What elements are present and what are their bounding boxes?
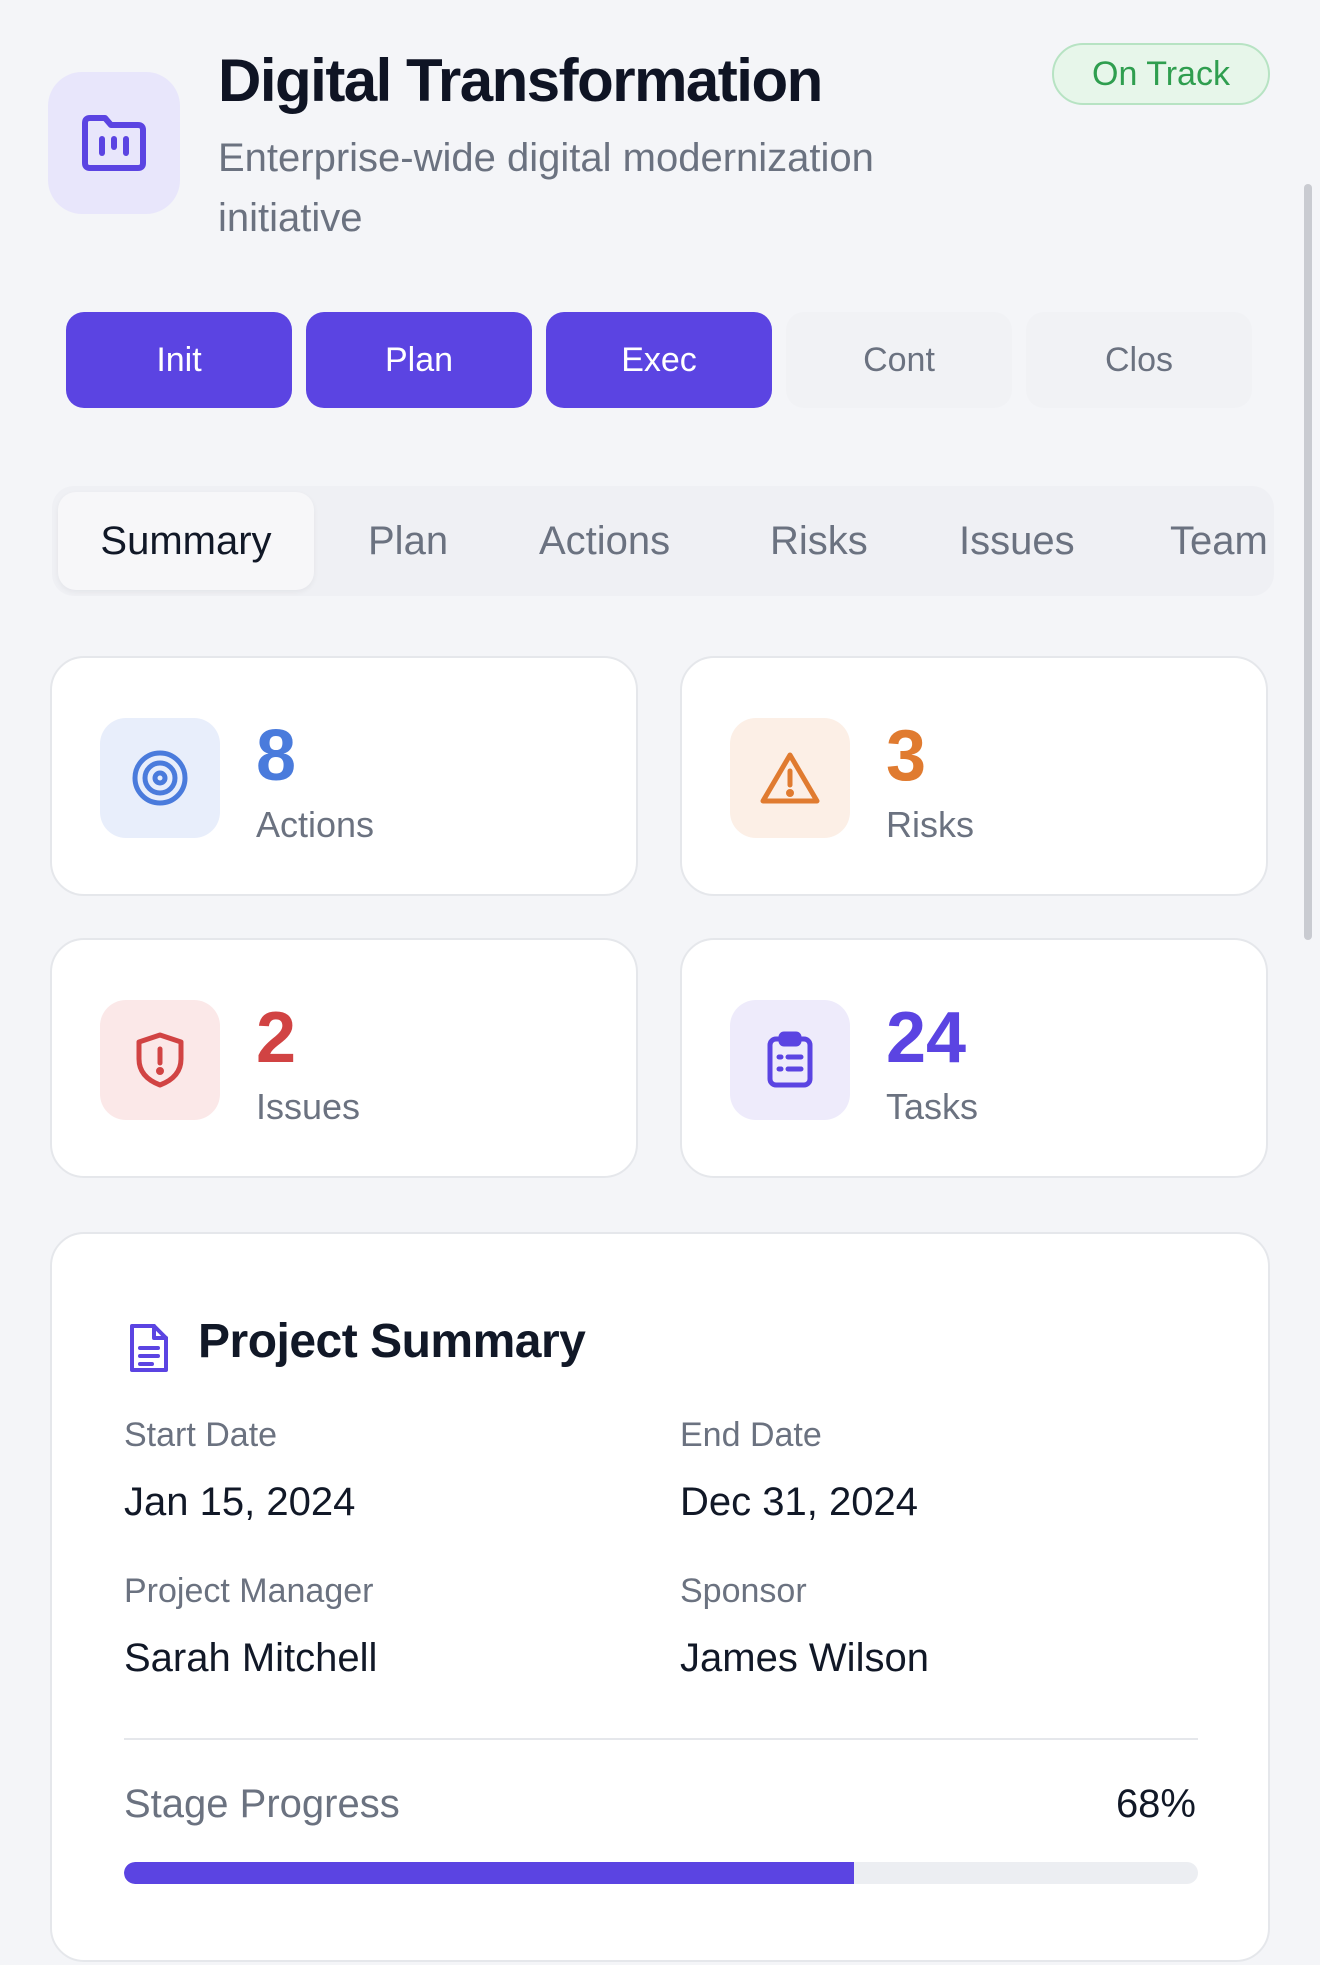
start-date-value: Jan 15, 2024 [124,1480,356,1524]
tab-plan[interactable]: Plan [368,492,448,590]
clipboard-list-icon [730,1000,850,1120]
actions-label: Actions [256,804,375,845]
status-badge: On Track [1052,43,1270,105]
warning-triangle-icon [730,718,850,838]
stage-clos-button[interactable]: Clos [1026,312,1252,408]
stage-progress-label: Stage Progress [124,1782,400,1826]
issues-count: 2 [256,998,297,1078]
risks-stat-card[interactable]: 3 Risks [680,656,1268,896]
tasks-stat-card[interactable]: 24 Tasks [680,938,1268,1178]
stage-cont-button[interactable]: Cont [786,312,1012,408]
tab-actions[interactable]: Actions [539,492,670,590]
stage-exec-button[interactable]: Exec [546,312,772,408]
tab-bar: Summary Plan Actions Risks Issues Team [52,486,1274,596]
risks-label: Risks [886,804,974,845]
stage-init-button[interactable]: Init [66,312,292,408]
tab-summary[interactable]: Summary [58,492,314,590]
scrollbar[interactable] [1304,184,1312,940]
tasks-label: Tasks [886,1086,979,1127]
project-manager-label: Project Manager [124,1572,374,1610]
issues-label: Issues [256,1086,361,1127]
end-date-label: End Date [680,1416,822,1454]
stage-progress-bar [124,1862,1198,1884]
end-date-value: Dec 31, 2024 [680,1480,918,1524]
tab-risks[interactable]: Risks [770,492,868,590]
summary-title: Project Summary [198,1315,586,1368]
project-detail-screen: Digital Transformation Enterprise-wide d… [0,0,1320,1965]
project-manager-value: Sarah Mitchell [124,1636,378,1680]
actions-count: 8 [256,716,297,796]
project-summary-card: Project Summary Start Date Jan 15, 2024 … [50,1232,1270,1962]
target-icon [100,718,220,838]
tab-team[interactable]: Team [1170,492,1268,590]
sponsor-value: James Wilson [680,1636,929,1680]
stage-progress-fill [124,1862,855,1884]
summary-divider [124,1738,1198,1740]
stage-plan-button[interactable]: Plan [306,312,532,408]
page-subtitle: Enterprise-wide digital modernization in… [218,136,874,240]
risks-count: 3 [886,716,927,796]
tab-issues[interactable]: Issues [959,492,1075,590]
issues-stat-card[interactable]: 2 Issues [50,938,638,1178]
folder-chart-icon [48,72,180,214]
shield-alert-icon [100,1000,220,1120]
page-title: Digital Transformation [218,47,823,114]
stage-progress-value: 68% [1115,1782,1196,1826]
start-date-label: Start Date [124,1416,278,1454]
document-icon [130,1324,168,1372]
tasks-count: 24 [886,998,967,1078]
sponsor-label: Sponsor [680,1572,807,1610]
actions-stat-card[interactable]: 8 Actions [50,656,638,896]
